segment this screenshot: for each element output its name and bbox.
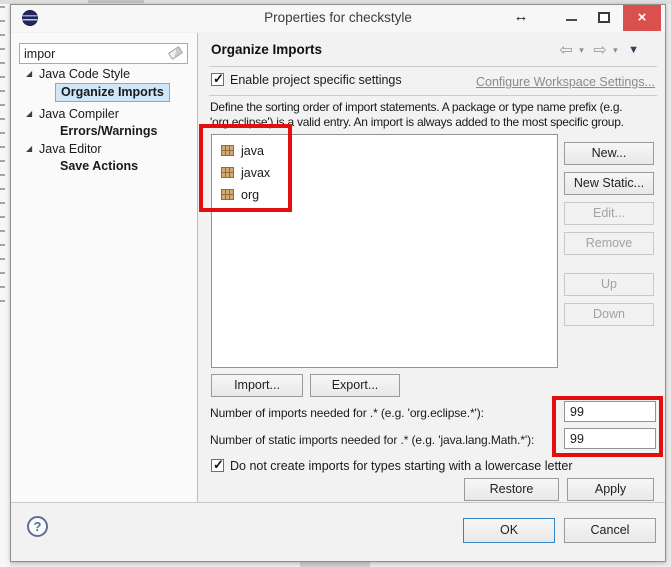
description-line-1: Define the sorting order of import state…: [210, 100, 662, 115]
restore-defaults-button[interactable]: Restore Defaults: [464, 478, 559, 501]
tree-item-label: Save Actions: [60, 159, 138, 173]
resize-icon[interactable]: ↔: [510, 8, 532, 25]
back-arrow-icon[interactable]: ⇦: [559, 40, 572, 60]
main-panel: Organize Imports ⇦ ▾ ⇨ ▾ ▼ Enable projec…: [199, 33, 665, 502]
up-button[interactable]: Up: [564, 273, 654, 296]
tree-item-label: Java Compiler: [39, 107, 119, 121]
help-button[interactable]: ?: [27, 516, 48, 537]
sidebar: ◢ Java Code Style Organize Imports ◢ Jav…: [11, 33, 198, 502]
export-button[interactable]: Export...: [310, 374, 400, 397]
separator: [209, 66, 657, 67]
titlebar[interactable]: Properties for checkstyle ↔ ×: [11, 5, 665, 32]
imports-needed-label: Number of imports needed for .* (e.g. 'o…: [210, 406, 484, 420]
maximize-button[interactable]: [591, 5, 617, 31]
background-bottom-fragment: [300, 562, 370, 567]
tree-item-label: Errors/Warnings: [60, 124, 157, 138]
tree-expand-icon[interactable]: ◢: [26, 69, 32, 78]
configure-workspace-settings-link[interactable]: Configure Workspace Settings...: [476, 75, 655, 89]
lowercase-imports-checkbox[interactable]: [211, 459, 224, 472]
import-order-list[interactable]: java javax org: [211, 134, 558, 368]
imports-needed-field-wrap: [564, 401, 656, 422]
remove-button[interactable]: Remove: [564, 232, 654, 255]
ok-button[interactable]: OK: [463, 518, 555, 543]
edit-button[interactable]: Edit...: [564, 202, 654, 225]
page-navigation: ⇦ ▾ ⇨ ▾ ▼: [558, 40, 639, 60]
down-button[interactable]: Down: [564, 303, 654, 326]
clear-filter-icon[interactable]: [168, 46, 183, 60]
enable-project-settings-checkbox[interactable]: [211, 73, 224, 86]
description-text: Define the sorting order of import state…: [210, 100, 662, 130]
import-group-item[interactable]: java: [218, 140, 551, 162]
import-group-item[interactable]: org: [218, 184, 551, 206]
cancel-button[interactable]: Cancel: [564, 518, 656, 543]
properties-dialog: Properties for checkstyle ↔ × ◢ Java Cod…: [10, 4, 666, 562]
close-button[interactable]: ×: [623, 5, 661, 31]
import-button[interactable]: Import...: [211, 374, 303, 397]
package-icon: [221, 145, 234, 156]
background-text-fragments: [0, 6, 5, 306]
forward-dropdown-icon[interactable]: ▾: [613, 45, 618, 56]
package-icon: [221, 189, 234, 200]
lowercase-imports-label[interactable]: Do not create imports for types starting…: [230, 459, 573, 473]
dialog-footer: ? OK Cancel: [11, 502, 665, 561]
enable-project-settings-row: Enable project specific settings: [211, 73, 402, 87]
view-menu-icon[interactable]: ▼: [628, 44, 639, 56]
background-top-fragment: [88, 0, 144, 3]
new-static-button[interactable]: New Static...: [564, 172, 654, 195]
static-imports-needed-field-wrap: [564, 428, 656, 449]
lowercase-imports-row: Do not create imports for types starting…: [211, 459, 573, 473]
package-icon: [221, 167, 234, 178]
static-imports-needed-input[interactable]: [565, 429, 655, 448]
forward-arrow-icon[interactable]: ⇨: [593, 40, 606, 60]
tree-expand-icon[interactable]: ◢: [26, 109, 32, 118]
tree-expand-icon[interactable]: ◢: [26, 144, 32, 153]
apply-button[interactable]: Apply: [567, 478, 654, 501]
imports-needed-input[interactable]: [565, 402, 655, 421]
minimize-button[interactable]: [559, 5, 585, 31]
page-title: Organize Imports: [211, 42, 322, 57]
import-group-label: javax: [241, 166, 270, 180]
back-dropdown-icon[interactable]: ▾: [579, 45, 584, 56]
filter-input[interactable]: [24, 45, 164, 62]
dialog-body: ◢ Java Code Style Organize Imports ◢ Jav…: [11, 33, 665, 502]
description-line-2: 'org.eclipse') is a valid entry. An impo…: [210, 115, 662, 130]
new-button[interactable]: New...: [564, 142, 654, 165]
screen: Properties for checkstyle ↔ × ◢ Java Cod…: [0, 0, 671, 567]
import-group-item[interactable]: javax: [218, 162, 551, 184]
filter-search-box: [19, 43, 188, 64]
enable-project-settings-label[interactable]: Enable project specific settings: [230, 73, 402, 87]
import-group-label: java: [241, 144, 264, 158]
tree-item-label: Java Code Style: [39, 67, 130, 81]
maximize-icon: [598, 12, 610, 23]
static-imports-needed-label: Number of static imports needed for .* (…: [210, 433, 534, 447]
import-group-label: org: [241, 188, 259, 202]
separator: [209, 95, 657, 96]
tree-item-label: Java Editor: [39, 142, 102, 156]
minimize-icon: [566, 19, 577, 21]
tree-item-label-selected: Organize Imports: [55, 83, 170, 102]
